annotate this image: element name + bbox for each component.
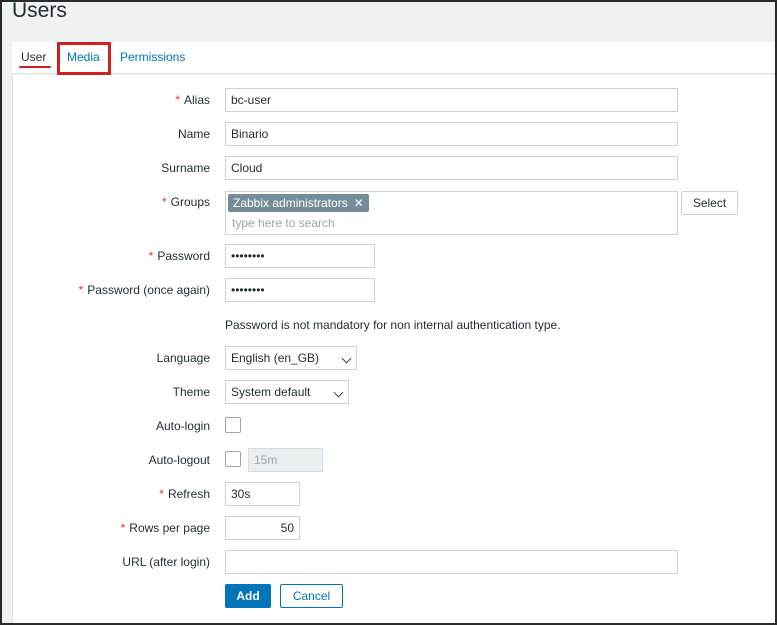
groups-label: * Groups [161, 195, 210, 209]
chevron-down-icon [341, 353, 352, 364]
surname-field[interactable]: Cloud [225, 156, 678, 180]
refresh-field[interactable]: 30s [225, 482, 300, 506]
autologout-label: Auto-logout [148, 453, 210, 467]
password-label: * Password [148, 249, 210, 263]
refresh-label: * Refresh [159, 487, 210, 501]
window-frame: Users User Media Permissions * Alias bc-u… [0, 0, 777, 625]
select-groups-button[interactable]: Select [681, 191, 738, 215]
url-label: URL (after login) [122, 555, 210, 569]
user-form-panel: * Alias bc-user Name Binario Surname Clou… [12, 75, 775, 623]
close-icon[interactable]: ✕ [354, 196, 364, 210]
password-again-field[interactable]: •••••••• [225, 278, 375, 302]
theme-value: System default [231, 385, 311, 399]
theme-select[interactable]: System default [225, 380, 349, 404]
autologout-checkbox[interactable] [225, 451, 241, 467]
annotation-highlight-box [57, 42, 111, 75]
alias-label: * Alias [175, 93, 210, 107]
chevron-down-icon [333, 387, 344, 398]
language-value: English (en_GB) [231, 351, 320, 365]
language-select[interactable]: English (en_GB) [225, 346, 357, 370]
autologin-label: Auto-login [155, 419, 210, 433]
add-button[interactable]: Add [225, 584, 271, 608]
language-label: Language [156, 351, 210, 365]
annotation-underline [19, 66, 51, 68]
password-again-label: * Password (once again) [78, 283, 210, 297]
groups-search-placeholder[interactable]: type here to search [232, 216, 335, 230]
group-tag: Zabbix administrators ✕ [228, 194, 369, 212]
cancel-button[interactable]: Cancel [280, 584, 343, 608]
groups-multiselect[interactable]: Zabbix administrators ✕ type here to sear… [225, 191, 678, 235]
autologin-checkbox[interactable] [225, 417, 241, 433]
rows-per-page-label: * Rows per page [120, 521, 210, 535]
theme-label: Theme [172, 385, 210, 399]
tab-user[interactable]: User [21, 50, 46, 64]
tab-bar: User Media Permissions [12, 42, 775, 74]
name-label: Name [177, 127, 210, 141]
url-field[interactable] [225, 550, 678, 574]
rows-per-page-field[interactable]: 50 [225, 516, 300, 540]
surname-label: Surname [161, 161, 210, 175]
alias-field[interactable]: bc-user [225, 88, 678, 112]
page-title: Users [12, 0, 67, 22]
name-field[interactable]: Binario [225, 122, 678, 146]
password-field[interactable]: •••••••• [225, 244, 375, 268]
tab-permissions[interactable]: Permissions [120, 50, 185, 64]
password-hint: Password is not mandatory for non intern… [225, 318, 561, 332]
group-tag-label: Zabbix administrators [233, 196, 348, 210]
autologout-field: 15m [248, 448, 323, 472]
